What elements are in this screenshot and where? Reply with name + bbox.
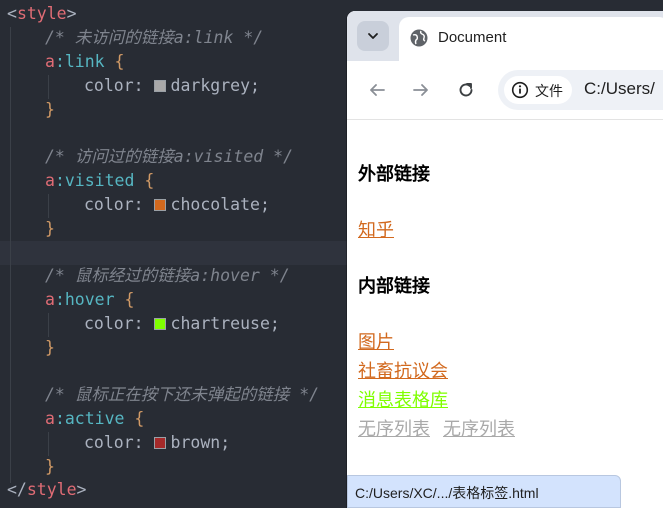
site-info-chip[interactable]: 文件	[504, 76, 572, 104]
open-brace: {	[114, 290, 135, 309]
forward-button[interactable]	[409, 78, 433, 102]
code-selector-active: a:active {	[45, 407, 144, 431]
reload-button[interactable]	[454, 78, 478, 102]
css-value: chocolate;	[170, 195, 270, 214]
link-unordered-list-1[interactable]: 无序列表	[358, 415, 430, 441]
arrow-left-icon	[370, 84, 385, 96]
code-comment-active: /* 鼠标正在按下还未弹起的链接 */	[45, 385, 320, 404]
css-value: brown;	[170, 433, 231, 452]
style-tag: style	[16, 4, 67, 23]
globe-icon	[410, 29, 428, 47]
css-property: color:	[84, 433, 154, 452]
link-images[interactable]: 图片	[358, 328, 394, 354]
selector-pseudo: :active	[54, 409, 125, 428]
code-declaration-visited: color: chocolate;	[84, 193, 270, 217]
browser-toolbar: 文件 C:/Users/	[347, 61, 663, 119]
selector-pseudo: :hover	[54, 290, 115, 309]
tag-open-bracket: <	[7, 4, 17, 23]
tab-document[interactable]: Document	[399, 17, 663, 61]
info-icon	[511, 81, 529, 99]
tab-strip: Document	[347, 11, 663, 61]
selector-element: a	[45, 171, 55, 190]
open-brace: {	[104, 52, 125, 71]
code-close-brace: }	[45, 219, 55, 238]
css-property: color:	[84, 195, 154, 214]
arrow-right-icon	[413, 84, 428, 96]
heading-external-links: 外部链接	[358, 164, 430, 185]
page-content: 外部链接 知乎 内部链接 图片 社畜抗议会 消息表格库 无序列表 无序列表	[347, 120, 663, 508]
css-property: color:	[84, 76, 154, 95]
selector-pseudo: :link	[54, 52, 105, 71]
code-close-brace: }	[45, 338, 55, 357]
css-value: darkgrey;	[170, 76, 260, 95]
color-swatch-chartreuse[interactable]	[153, 318, 166, 330]
css-value: chartreuse;	[170, 314, 280, 333]
status-url: C:/Users/XC/.../表格标签.html	[355, 485, 539, 501]
code-line-18: </style>	[7, 478, 86, 502]
link-unordered-list-2[interactable]: 无序列表	[443, 415, 515, 441]
code-close-brace: }	[45, 100, 55, 119]
chevron-down-icon	[368, 33, 378, 39]
code-line-1: <style>	[7, 2, 77, 26]
link-table-db[interactable]: 消息表格库	[358, 386, 448, 412]
url-text: C:/Users/	[584, 79, 655, 98]
back-button[interactable]	[365, 78, 389, 102]
selector-element: a	[45, 52, 55, 71]
selector-pseudo: :visited	[54, 171, 135, 190]
code-declaration-active: color: brown;	[84, 431, 230, 455]
open-brace: {	[124, 409, 145, 428]
code-close-brace: }	[45, 457, 55, 476]
link-protest[interactable]: 社畜抗议会	[358, 357, 448, 383]
indent-guide	[48, 75, 49, 99]
indent-guide	[48, 194, 49, 218]
tab-search-button[interactable]	[357, 21, 389, 51]
selector-element: a	[45, 409, 55, 428]
tag-close-bracket: >	[76, 480, 87, 499]
tag-open-bracket: </	[7, 480, 27, 499]
code-selector-link: a:link {	[45, 50, 124, 74]
selector-element: a	[45, 290, 55, 309]
site-info-label: 文件	[535, 83, 563, 99]
color-swatch-darkgrey[interactable]	[153, 80, 166, 92]
open-brace: {	[134, 171, 155, 190]
style-tag: style	[26, 480, 77, 499]
indent-guide	[48, 432, 49, 456]
reload-icon	[459, 83, 473, 97]
indent-guide	[48, 313, 49, 337]
tag-close-bracket: >	[66, 4, 77, 23]
address-bar[interactable]: 文件 C:/Users/	[498, 70, 663, 110]
tab-title: Document	[438, 29, 507, 46]
code-selector-hover: a:hover {	[45, 288, 134, 312]
code-comment-visited: /* 访问过的链接a:visited */	[45, 147, 294, 166]
code-declaration-hover: color: chartreuse;	[84, 312, 280, 336]
color-swatch-brown[interactable]	[153, 437, 166, 449]
browser-window: Document 文件 C:/Users/ 外部链接 知乎 内部链接 图片 社畜…	[347, 11, 663, 508]
code-declaration-link: color: darkgrey;	[84, 74, 260, 98]
code-selector-visited: a:visited {	[45, 169, 154, 193]
status-bar: C:/Users/XC/.../表格标签.html	[347, 475, 621, 508]
code-comment-hover: /* 鼠标经过的链接a:hover */	[45, 266, 290, 285]
css-property: color:	[84, 314, 154, 333]
heading-internal-links: 内部链接	[358, 276, 430, 297]
indent-guide	[10, 27, 11, 483]
link-zhihu[interactable]: 知乎	[358, 216, 394, 242]
color-swatch-chocolate[interactable]	[153, 199, 166, 211]
code-comment-link: /* 未访问的链接a:link */	[45, 28, 264, 47]
